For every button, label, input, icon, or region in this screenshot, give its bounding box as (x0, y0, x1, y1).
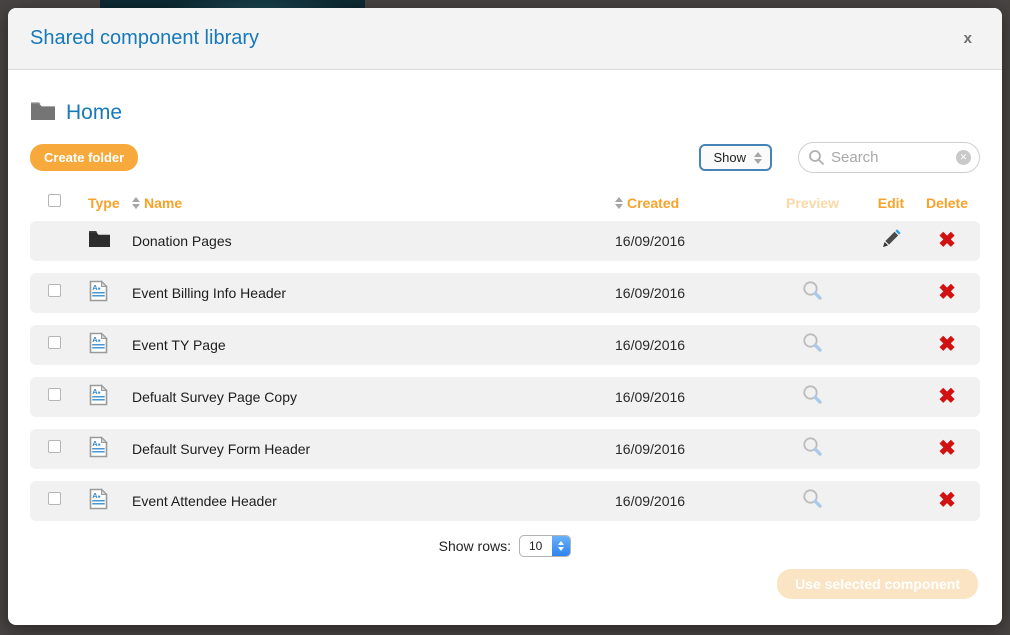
table-row[interactable]: A Event Attendee Header 16/09/2016 (30, 481, 980, 521)
preview-icon[interactable] (801, 487, 824, 510)
column-header-delete: Delete (922, 195, 972, 211)
use-selected-component-button[interactable]: Use selected component (777, 569, 978, 599)
sort-icon (615, 197, 623, 209)
table-row[interactable]: A Defualt Survey Page Copy 16/09/2016 (30, 377, 980, 417)
row-created-date: 16/09/2016 (615, 441, 765, 457)
row-name: Event TY Page (132, 337, 615, 353)
select-all-checkbox[interactable] (48, 194, 61, 207)
svg-text:A: A (92, 335, 98, 344)
modal-header: Shared component library x (8, 8, 1002, 70)
table-row[interactable]: A Default Survey Form Header 16/09/2016 (30, 429, 980, 469)
svg-text:A: A (92, 491, 98, 500)
svg-text:A: A (92, 439, 98, 448)
row-checkbox[interactable] (48, 336, 61, 349)
row-name: Donation Pages (132, 233, 615, 249)
show-dropdown[interactable]: Show (699, 144, 772, 171)
row-created-date: 16/09/2016 (615, 337, 765, 353)
row-created-date: 16/09/2016 (615, 389, 765, 405)
edit-icon[interactable] (880, 227, 903, 250)
document-icon: A (88, 280, 109, 302)
document-icon: A (88, 436, 109, 458)
row-checkbox[interactable] (48, 284, 61, 297)
row-created-date: 16/09/2016 (615, 233, 765, 249)
row-created-date: 16/09/2016 (615, 493, 765, 509)
row-checkbox[interactable] (48, 492, 61, 505)
table-row[interactable]: A Donation Pages 16/09/2016 (30, 221, 980, 261)
folder-icon (30, 100, 56, 126)
search-input[interactable] (798, 142, 980, 173)
document-icon: A (88, 488, 109, 510)
rows-per-page-value: 10 (520, 539, 552, 553)
delete-icon[interactable]: ✖ (938, 230, 956, 251)
breadcrumb: Home (30, 100, 980, 126)
search-icon (808, 149, 825, 171)
row-name: Event Billing Info Header (132, 285, 615, 301)
table-header-row: Type Name Created Preview Edit Delete (30, 191, 980, 215)
preview-icon[interactable] (801, 435, 824, 458)
sort-icon (132, 197, 140, 209)
row-name: Defualt Survey Page Copy (132, 389, 615, 405)
delete-icon[interactable]: ✖ (938, 334, 956, 355)
folder-icon (88, 229, 111, 248)
row-checkbox[interactable] (48, 440, 61, 453)
show-rows-label: Show rows: (439, 538, 511, 554)
column-header-name[interactable]: Name (132, 195, 615, 211)
clear-search-icon[interactable]: ✕ (956, 150, 971, 165)
create-folder-button[interactable]: Create folder (30, 144, 138, 171)
row-name: Event Attendee Header (132, 493, 615, 509)
rows-per-page-select[interactable]: 10 (519, 535, 571, 557)
delete-icon[interactable]: ✖ (938, 282, 956, 303)
table-row[interactable]: A Event Billing Info Header 16/09/2016 (30, 273, 980, 313)
delete-icon[interactable]: ✖ (938, 490, 956, 511)
row-checkbox[interactable] (48, 388, 61, 401)
svg-text:A: A (92, 387, 98, 396)
shared-component-library-modal: Shared component library x Home Create f… (8, 8, 1002, 625)
page-title: Home (66, 101, 122, 125)
preview-icon[interactable] (801, 383, 824, 406)
modal-title: Shared component library (30, 27, 259, 50)
show-dropdown-label: Show (713, 150, 746, 165)
column-header-edit: Edit (860, 195, 922, 211)
row-name: Default Survey Form Header (132, 441, 615, 457)
table-body: A Donation Pages 16/09/2016 (30, 221, 980, 521)
delete-icon[interactable]: ✖ (938, 438, 956, 459)
close-icon[interactable]: x (964, 31, 972, 46)
column-header-type: Type (88, 195, 132, 211)
document-icon: A (88, 332, 109, 354)
preview-icon[interactable] (801, 279, 824, 302)
chevron-updown-icon (754, 152, 762, 164)
row-created-date: 16/09/2016 (615, 285, 765, 301)
column-header-preview: Preview (765, 195, 860, 211)
document-icon: A (88, 384, 109, 406)
select-stepper-icon (552, 535, 570, 557)
column-header-created[interactable]: Created (615, 195, 765, 211)
table-row[interactable]: A Event TY Page 16/09/2016 (30, 325, 980, 365)
delete-icon[interactable]: ✖ (938, 386, 956, 407)
svg-text:A: A (92, 283, 98, 292)
preview-icon[interactable] (801, 331, 824, 354)
